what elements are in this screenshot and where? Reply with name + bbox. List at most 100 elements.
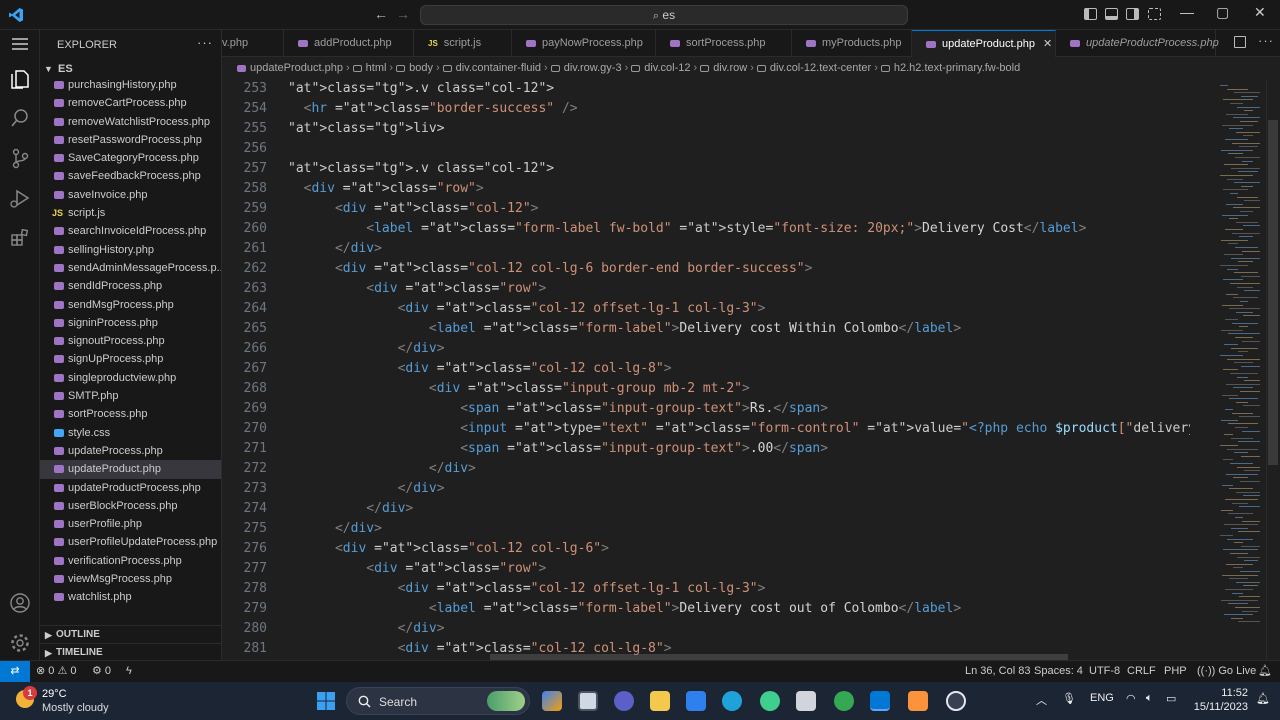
file-item[interactable]: sortProcess.php bbox=[40, 405, 221, 423]
code-line[interactable]: 271 <span ="at">class="input-group-text"… bbox=[222, 439, 1190, 459]
code-line[interactable]: 267 <div ="at">class="col-12 col-lg-8"> bbox=[222, 359, 1190, 379]
menu-icon[interactable] bbox=[10, 37, 30, 51]
notification-center-icon[interactable]: 🔔︎ bbox=[1256, 692, 1270, 705]
file-item[interactable]: verificationProcess.php bbox=[40, 552, 221, 570]
code-line[interactable]: 269 <span ="at">class="input-group-text"… bbox=[222, 399, 1190, 419]
breadcrumb-item[interactable]: div.col-12.text-center bbox=[770, 62, 871, 74]
file-item[interactable]: singleproductview.php bbox=[40, 369, 221, 387]
code-line[interactable]: 256 bbox=[222, 139, 1190, 159]
breadcrumb-item[interactable]: h2.h2.text-primary.fw-bold bbox=[894, 62, 1020, 74]
settings-gear-icon[interactable] bbox=[9, 632, 31, 654]
code-line[interactable]: 262 <div ="at">class="col-12 col-lg-6 bo… bbox=[222, 259, 1190, 279]
code-line[interactable]: 264 <div ="at">class="col-12 offset-lg-1… bbox=[222, 299, 1190, 319]
code-line[interactable]: 263 <div ="at">class="row"> bbox=[222, 279, 1190, 299]
remote-indicator-icon[interactable]: ⇄ bbox=[0, 661, 30, 683]
outline-section[interactable]: ▶ OUTLINE bbox=[40, 625, 221, 643]
breadcrumb-item[interactable]: updateProduct.php bbox=[250, 62, 343, 74]
chrome-icon[interactable] bbox=[760, 691, 780, 711]
run-debug-icon[interactable] bbox=[9, 187, 31, 209]
code-editor[interactable]: 253 "at">class="tg">.v class="col-12"> 254… bbox=[222, 79, 1190, 660]
file-item[interactable]: userProfile.php bbox=[40, 515, 221, 533]
task-view-icon[interactable] bbox=[578, 691, 598, 711]
code-line[interactable]: 255 "at">class="tg">liv> bbox=[222, 119, 1190, 139]
chrome-profile-icon[interactable] bbox=[834, 691, 854, 711]
file-item[interactable]: saveInvoice.php bbox=[40, 186, 221, 204]
more-actions-icon[interactable]: ··· bbox=[197, 35, 213, 50]
extensions-icon[interactable] bbox=[9, 227, 31, 249]
file-explorer-icon[interactable] bbox=[650, 691, 670, 711]
battery-icon[interactable]: ▭ bbox=[1166, 692, 1176, 705]
code-line[interactable]: 253 "at">class="tg">.v class="col-12"> bbox=[222, 79, 1190, 99]
breadcrumb-item[interactable]: body bbox=[409, 62, 433, 74]
code-line[interactable]: 261 </div> bbox=[222, 239, 1190, 259]
code-line[interactable]: 266 </div> bbox=[222, 339, 1190, 359]
file-item[interactable]: sellingHistory.php bbox=[40, 241, 221, 259]
file-item[interactable]: updateProduct.php bbox=[40, 460, 221, 479]
obs-icon[interactable] bbox=[946, 691, 966, 711]
toggle-secondary-sidebar-icon[interactable] bbox=[1126, 8, 1139, 20]
problems-indicator[interactable]: ⊗ 0 ⚠ 0 bbox=[36, 661, 76, 682]
maximize-button[interactable]: ▢ bbox=[1216, 4, 1229, 21]
code-line[interactable]: 279 <label ="at">class="form-label">Deli… bbox=[222, 599, 1190, 619]
file-item[interactable]: sendMsgProcess.php bbox=[40, 296, 221, 314]
breadcrumb-item[interactable]: html bbox=[366, 62, 387, 74]
toggle-panel-icon[interactable] bbox=[1105, 8, 1118, 20]
editor-tab[interactable]: updateProductProcess.php bbox=[1056, 30, 1219, 57]
store-icon[interactable] bbox=[686, 691, 706, 711]
notifications-bell-icon[interactable]: 🔔︎ bbox=[1258, 661, 1272, 682]
windows-start-icon[interactable] bbox=[316, 691, 336, 711]
file-item[interactable]: signoutProcess.php bbox=[40, 332, 221, 350]
file-item[interactable]: updateProcess.php bbox=[40, 442, 221, 460]
split-editor-icon[interactable] bbox=[1234, 36, 1246, 48]
code-line[interactable]: 259 <div ="at">class="col-12"> bbox=[222, 199, 1190, 219]
customize-layout-icon[interactable] bbox=[1148, 8, 1161, 20]
copilot-icon[interactable] bbox=[542, 691, 562, 711]
ports-indicator[interactable]: ⚙ 0 bbox=[92, 661, 111, 682]
code-line[interactable]: 265 <label ="at">class="form-label">Deli… bbox=[222, 319, 1190, 339]
file-item[interactable]: JS script.js bbox=[40, 204, 221, 222]
minimize-button[interactable]: — bbox=[1180, 4, 1194, 20]
file-item[interactable]: signinProcess.php bbox=[40, 314, 221, 332]
notepad-icon[interactable] bbox=[796, 691, 816, 711]
code-line[interactable]: 276 <div ="at">class="col-12 col-lg-6"> bbox=[222, 539, 1190, 559]
file-item[interactable]: userProfileUpdateProcess.php bbox=[40, 533, 221, 551]
file-item[interactable]: viewMsgProcess.php bbox=[40, 570, 221, 588]
line-endings[interactable]: CRLF bbox=[1127, 661, 1156, 682]
explorer-icon[interactable] bbox=[9, 68, 31, 90]
file-item[interactable]: resetPasswordProcess.php bbox=[40, 131, 221, 149]
file-item[interactable]: SaveCategoryProcess.php bbox=[40, 149, 221, 167]
search-icon[interactable] bbox=[9, 107, 31, 129]
breadcrumb-item[interactable]: div.row bbox=[713, 62, 747, 74]
xampp-icon[interactable] bbox=[908, 691, 928, 711]
edge-icon[interactable] bbox=[722, 691, 742, 711]
code-line[interactable]: 268 <div ="at">class="input-group mb-2 m… bbox=[222, 379, 1190, 399]
vertical-scrollbar-thumb[interactable] bbox=[1268, 120, 1278, 465]
teams-icon[interactable] bbox=[614, 691, 634, 711]
editor-tab[interactable]: addProduct.php bbox=[284, 30, 414, 57]
cursor-position[interactable]: Ln 36, Col 83 bbox=[965, 661, 1030, 682]
language-mode[interactable]: PHP bbox=[1164, 661, 1187, 682]
editor-tab[interactable]: payNowProcess.php bbox=[512, 30, 656, 57]
file-item[interactable]: removeWatchlistProcess.php bbox=[40, 113, 221, 131]
taskbar-search[interactable]: Search bbox=[346, 687, 530, 715]
go-live-button[interactable]: ((·)) Go Live bbox=[1197, 661, 1256, 682]
file-item[interactable]: userBlockProcess.php bbox=[40, 497, 221, 515]
file-item[interactable]: searchInvoiceIdProcess.php bbox=[40, 222, 221, 240]
code-line[interactable]: 277 <div ="at">class="row"> bbox=[222, 559, 1190, 579]
editor-tab[interactable]: myProducts.php bbox=[792, 30, 912, 57]
taskbar-clock[interactable]: 11:52 15/11/2023 bbox=[1188, 686, 1248, 714]
file-item[interactable]: sendIdProcess.php bbox=[40, 277, 221, 295]
close-window-button[interactable]: ✕ bbox=[1254, 4, 1266, 21]
breadcrumb-item[interactable]: div.row.gy-3 bbox=[564, 62, 622, 74]
input-language[interactable]: ENG bbox=[1090, 692, 1114, 704]
show-hidden-icons-chevron-icon[interactable]: ︿ bbox=[1036, 692, 1047, 708]
close-tab-icon[interactable]: ✕ bbox=[1043, 38, 1052, 50]
toggle-primary-sidebar-icon[interactable] bbox=[1084, 8, 1097, 20]
editor-tab[interactable]: sortProcess.php bbox=[656, 30, 792, 57]
editor-tab[interactable]: v.php bbox=[222, 30, 284, 57]
file-item[interactable]: SMTP.php bbox=[40, 387, 221, 405]
weather-widget[interactable]: 1 29°C Mostly cloudy bbox=[16, 686, 136, 716]
encoding[interactable]: UTF-8 bbox=[1089, 661, 1120, 682]
code-line[interactable]: 275 </div> bbox=[222, 519, 1190, 539]
code-line[interactable]: 258 <div ="at">class="row"> bbox=[222, 179, 1190, 199]
